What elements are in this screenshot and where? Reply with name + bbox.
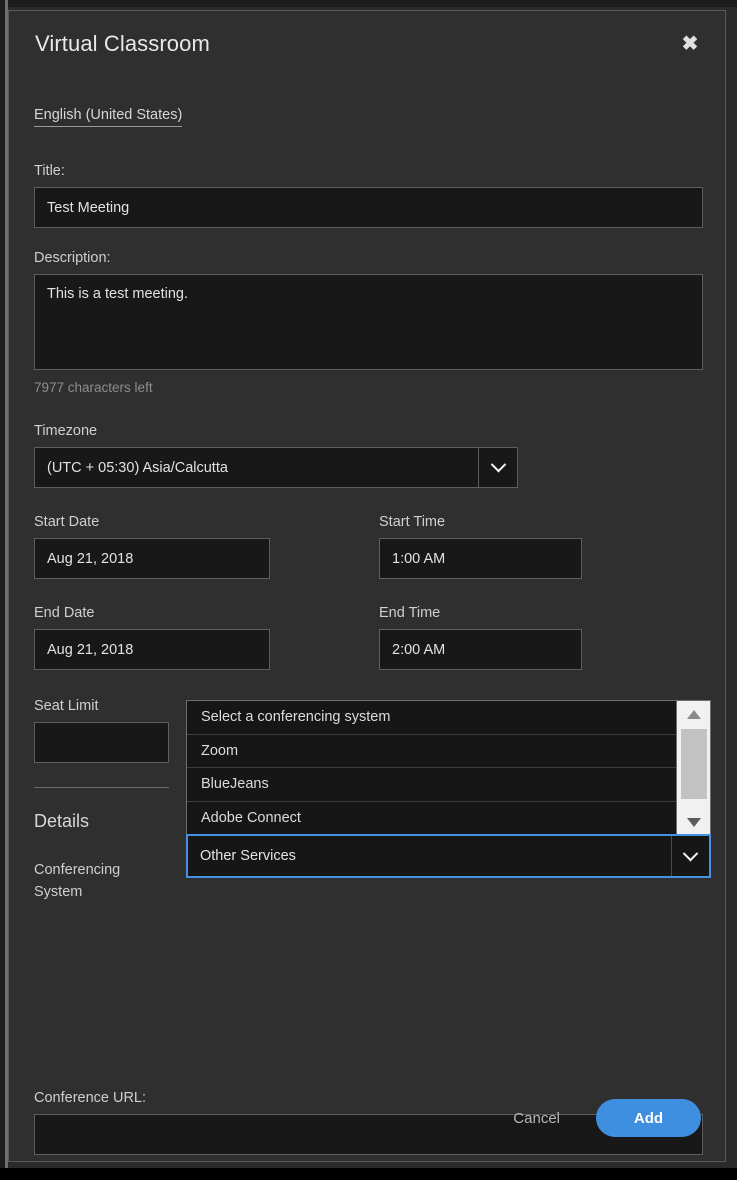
virtual-classroom-dialog: Virtual Classroom ✖ English (United Stat… <box>8 10 726 1162</box>
conferencing-system-label: Conferencing System <box>34 862 121 901</box>
end-date-label: End Date <box>34 605 95 621</box>
window-top-strip <box>0 0 737 7</box>
page-scrollbar-left[interactable] <box>0 0 8 1170</box>
page-scrollbar-track <box>0 0 5 1170</box>
scrollbar-thumb[interactable] <box>681 729 707 799</box>
characters-left-text: 7977 characters left <box>34 380 153 395</box>
dialog-title: Virtual Classroom <box>35 31 210 56</box>
conferencing-system-select[interactable]: Other Services <box>186 834 711 878</box>
screen-root: Virtual Classroom ✖ English (United Stat… <box>0 0 737 1180</box>
end-row: End Date End Time <box>34 605 700 670</box>
title-input[interactable] <box>34 187 703 228</box>
timezone-label: Timezone <box>34 423 98 439</box>
start-time-label: Start Time <box>379 514 446 530</box>
end-time-group: End Time <box>379 605 679 670</box>
chevron-down-icon[interactable] <box>671 836 709 876</box>
timezone-select[interactable]: (UTC + 05:30) Asia/Calcutta <box>34 447 518 488</box>
timezone-value: (UTC + 05:30) Asia/Calcutta <box>35 448 479 487</box>
start-row: Start Date Start Time <box>34 514 700 579</box>
chevron-down-icon[interactable] <box>479 448 517 487</box>
dialog-header: Virtual Classroom ✖ <box>9 11 725 83</box>
dropdown-scrollbar[interactable] <box>676 701 710 834</box>
end-date-input[interactable] <box>34 629 270 670</box>
language-selector[interactable]: English (United States) <box>34 107 183 127</box>
seat-limit-input[interactable] <box>34 722 169 763</box>
scroll-down-arrow-icon[interactable] <box>677 809 710 834</box>
dropdown-option[interactable]: Zoom <box>187 735 676 768</box>
section-divider <box>34 787 169 788</box>
description-textarea[interactable] <box>34 274 703 370</box>
close-icon[interactable]: ✖ <box>677 31 703 57</box>
window-bottom-strip <box>0 1168 737 1180</box>
conferencing-system-option-list: Select a conferencing system Zoom BlueJe… <box>186 700 711 834</box>
dropdown-option[interactable]: Select a conferencing system <box>187 701 676 735</box>
title-label: Title: <box>34 163 65 179</box>
end-date-group: End Date <box>34 605 379 670</box>
add-button[interactable]: Add <box>596 1099 701 1137</box>
dialog-footer: Cancel Add <box>9 1075 725 1161</box>
dialog-body: English (United States) Title: Descripti… <box>9 83 725 1161</box>
start-time-group: Start Time <box>379 514 679 579</box>
dropdown-option[interactable]: Adobe Connect <box>187 802 676 835</box>
start-time-input[interactable] <box>379 538 582 579</box>
start-date-label: Start Date <box>34 514 100 530</box>
scroll-up-arrow-icon[interactable] <box>677 701 710 727</box>
start-date-group: Start Date <box>34 514 379 579</box>
end-time-input[interactable] <box>379 629 582 670</box>
dropdown-option[interactable]: BlueJeans <box>187 768 676 802</box>
start-date-input[interactable] <box>34 538 270 579</box>
end-time-label: End Time <box>379 605 441 621</box>
conferencing-system-value: Other Services <box>200 848 296 864</box>
conferencing-system-dropdown: Select a conferencing system Zoom BlueJe… <box>186 700 711 878</box>
description-label: Description: <box>34 250 111 266</box>
cancel-button[interactable]: Cancel <box>507 1109 566 1128</box>
